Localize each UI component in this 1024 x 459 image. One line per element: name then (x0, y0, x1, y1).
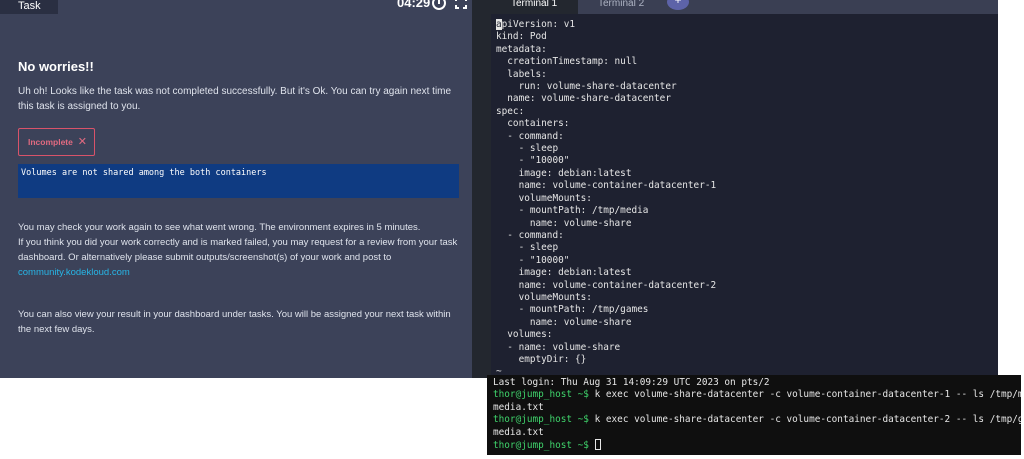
terminal-panel: Terminal 1 Terminal 2 + apiVersion: v1 k… (491, 0, 998, 378)
terminal-output[interactable]: apiVersion: v1 kind: Pod metadata: creat… (496, 19, 716, 378)
panel-divider[interactable] (472, 0, 491, 378)
code-line: image: debian:latest (496, 167, 632, 179)
community-link[interactable]: community.kodekloud.com (18, 267, 130, 278)
shell-prompt: thor@jump_host ~$ (493, 414, 589, 426)
code-line: - command: (496, 130, 564, 142)
shell-cursor (594, 439, 601, 451)
task-panel: Task 04:29 No worries!! Uh oh! Looks lik… (0, 0, 472, 378)
dashboard-paragraph: You can also view your result in your da… (18, 309, 451, 335)
task-header: Task 04:29 (0, 0, 472, 14)
code-line: - "10000" (496, 155, 570, 167)
code-line: name: volume-container-datacenter-2 (496, 279, 717, 291)
shell-output-2: media.txt (493, 426, 544, 438)
shell-prompt: thor@jump_host ~$ (493, 389, 589, 401)
task-tab[interactable]: Task (0, 0, 58, 14)
code-line: image: debian:latest (496, 267, 632, 279)
code-line: - mountPath: /tmp/media (496, 205, 649, 217)
code-line: piVersion: v1 (501, 19, 576, 30)
info-line-2: If you think you did your work correctly… (18, 237, 458, 263)
code-line: volumeMounts: (496, 291, 592, 303)
shell-terminal[interactable]: Last login: Thu Aug 31 14:09:29 UTC 2023… (487, 375, 1021, 455)
code-line: name: volume-share-datacenter (496, 93, 671, 105)
code-line: - sleep (496, 143, 559, 155)
status-badge-label: Incomplete (28, 137, 73, 147)
info-paragraph: You may check your work again to see wha… (18, 220, 458, 280)
code-line: name: volume-container-datacenter-1 (496, 180, 717, 192)
shell-prompt: thor@jump_host ~$ (493, 440, 589, 452)
code-line: spec: (496, 105, 525, 117)
info-line-1: You may check your work again to see wha… (18, 222, 421, 233)
status-badge: Incomplete ✕ (18, 128, 95, 156)
close-icon: ✕ (77, 136, 87, 148)
shell-command-2: k exec volume-share-datacenter -c volume… (588, 414, 1021, 426)
code-line: creationTimestamp: null (496, 56, 638, 68)
shell-command-1: k exec volume-share-datacenter -c volume… (588, 389, 1021, 401)
code-line: - sleep (496, 242, 559, 254)
clock-icon (432, 0, 446, 10)
task-message: Uh oh! Looks like the task was not compl… (18, 86, 452, 112)
code-line: - name: volume-share (496, 341, 621, 353)
tab-terminal-1[interactable]: Terminal 1 (491, 0, 578, 14)
terminal-tabbar: Terminal 1 Terminal 2 + (491, 0, 998, 14)
timer: 04:29 (397, 0, 431, 10)
code-line: emptyDir: {} (496, 353, 587, 365)
code-line: containers: (496, 118, 570, 130)
code-line: - "10000" (496, 254, 570, 266)
last-login-line: Last login: Thu Aug 31 14:09:29 UTC 2023… (493, 377, 770, 388)
code-line: metadata: (496, 43, 547, 55)
expand-icon[interactable] (455, 0, 467, 9)
code-line: name: volume-share (496, 217, 632, 229)
code-line: volumeMounts: (496, 192, 592, 204)
page-title: No worries!! (18, 59, 94, 74)
code-line: volumes: (496, 329, 553, 341)
add-tab-button[interactable]: + (667, 0, 689, 10)
code-line: - command: (496, 229, 564, 241)
code-line: kind: Pod (496, 31, 547, 43)
tab-terminal-2[interactable]: Terminal 2 (578, 0, 668, 14)
code-line: - mountPath: /tmp/games (496, 304, 649, 316)
code-line: run: volume-share-datacenter (496, 81, 677, 93)
error-box: Volumes are not shared among the both co… (18, 164, 459, 198)
shell-output-1: media.txt (493, 401, 544, 413)
code-line: labels: (496, 68, 547, 80)
code-line: name: volume-share (496, 316, 632, 328)
